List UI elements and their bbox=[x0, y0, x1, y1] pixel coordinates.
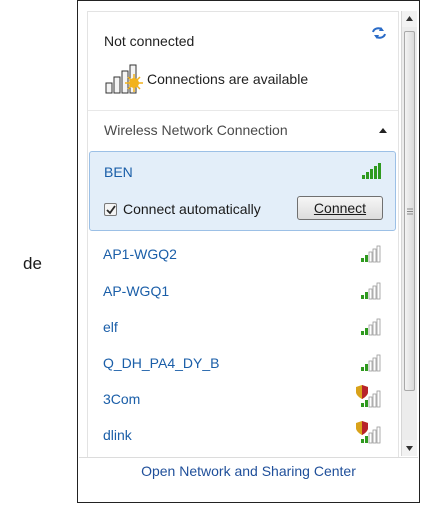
scroll-up-button[interactable] bbox=[402, 11, 417, 27]
divider bbox=[88, 110, 398, 111]
network-name: 3Com bbox=[103, 391, 141, 407]
side-text: de bbox=[23, 254, 42, 273]
signal-strength-icon bbox=[362, 163, 381, 179]
network-name: dlink bbox=[103, 427, 132, 443]
wireless-section-header[interactable]: Wireless Network Connection bbox=[88, 117, 398, 143]
auto-connect-checkbox[interactable] bbox=[104, 203, 117, 216]
vertical-scrollbar[interactable] bbox=[401, 11, 417, 456]
signal-strength-icon bbox=[361, 318, 381, 336]
signal-strength-icon bbox=[361, 282, 381, 300]
scroll-down-arrow-icon bbox=[406, 446, 413, 451]
signal-strength-icon bbox=[361, 354, 381, 372]
network-name: AP-WGQ1 bbox=[103, 283, 170, 299]
scrollbar-thumb[interactable] bbox=[404, 31, 415, 391]
network-list-panel: Not connected Connections are available … bbox=[87, 11, 399, 458]
connect-button-label: Connect bbox=[313, 200, 367, 216]
open-network-sharing-center-link[interactable]: Open Network and Sharing Center bbox=[78, 463, 419, 479]
network-name: elf bbox=[103, 319, 118, 335]
grip-icon bbox=[407, 208, 413, 215]
scroll-up-arrow-icon bbox=[406, 16, 413, 21]
connect-button[interactable]: Connect bbox=[297, 196, 383, 220]
connection-status-title: Not connected bbox=[104, 33, 195, 49]
network-available-icon bbox=[105, 64, 143, 94]
network-flyout: Not connected Connections are available … bbox=[77, 0, 420, 503]
signal-strength-icon bbox=[361, 245, 381, 263]
footer-divider bbox=[79, 457, 418, 458]
network-name: Q_DH_PA4_DY_B bbox=[103, 355, 220, 371]
section-label: Wireless Network Connection bbox=[104, 122, 288, 138]
network-name: AP1-WGQ2 bbox=[103, 246, 177, 262]
connections-available-text: Connections are available bbox=[147, 71, 309, 87]
network-name: BEN bbox=[104, 164, 133, 180]
scroll-down-button[interactable] bbox=[402, 440, 417, 456]
selected-network-item[interactable]: BEN Connect automatically Connect bbox=[89, 151, 396, 231]
refresh-icon[interactable] bbox=[371, 26, 387, 40]
signal-strength-icon bbox=[361, 426, 381, 444]
auto-connect-label[interactable]: Connect automatically bbox=[123, 201, 261, 217]
signal-strength-icon bbox=[361, 390, 381, 408]
chevron-up-icon[interactable] bbox=[378, 127, 388, 134]
checkmark-icon bbox=[106, 205, 116, 215]
